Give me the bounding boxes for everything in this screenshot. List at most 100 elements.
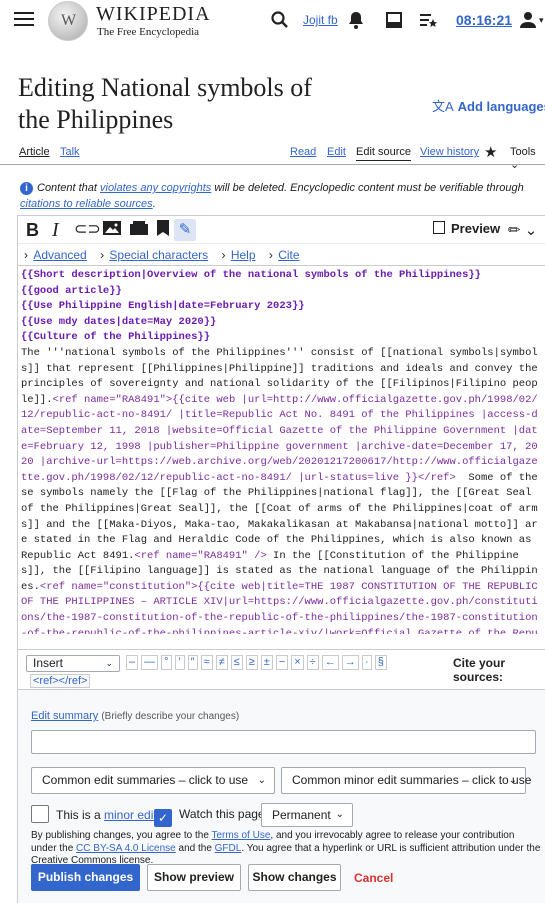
minor-edit-link[interactable]: minor edit (104, 808, 157, 822)
edit-summary-link[interactable]: Edit summary (31, 710, 98, 722)
special-char-button[interactable]: — (141, 655, 159, 670)
special-char-button[interactable]: · (361, 655, 372, 670)
special-char-button[interactable]: ≥ (245, 655, 258, 670)
advanced-toolbar: › Advanced › Special characters › Help ›… (18, 244, 545, 266)
help-link[interactable]: Help (231, 248, 256, 262)
reference-icon[interactable] (156, 219, 170, 241)
info-icon: i (20, 182, 33, 195)
special-char-button[interactable]: ≤ (230, 655, 243, 670)
copyright-link[interactable]: violates any copyrights (100, 182, 211, 194)
wikitext-textarea[interactable]: {{Short description|Overview of the nati… (18, 266, 545, 634)
edit-mode-pencil-icon[interactable]: ✏︎ ⌄ (508, 221, 537, 239)
legal-text-part: and the (175, 842, 215, 854)
watch-star-icon[interactable]: ★ (484, 143, 497, 161)
user-icon[interactable] (518, 10, 538, 30)
special-char-button[interactable]: – (126, 655, 139, 670)
edit-summary-label: Edit summary (Briefly describe your chan… (31, 710, 239, 722)
wikitext-reference: <ref name="constitution">{{cite web|titl… (21, 580, 538, 634)
special-characters-toggle[interactable]: › Special characters (100, 248, 208, 262)
minor-edit-box[interactable] (31, 805, 49, 823)
special-char-button[interactable]: ≈ (200, 655, 213, 670)
wikipedia-globe-logo[interactable] (48, 1, 88, 41)
wikitext-editor: B I ⊂⊃ ✎ Preview ✏︎ ⌄ › Advanced › Speci… (17, 215, 545, 650)
tools-menu[interactable]: Tools ⌄ (510, 146, 545, 171)
copyright-notice: i Content that violates any copyrights wi… (20, 180, 530, 212)
cite-link[interactable]: Cite (278, 248, 299, 262)
menu-icon[interactable] (14, 9, 34, 29)
watch-period-select[interactable]: Permanent ⌄ (261, 803, 353, 827)
tab-edit[interactable]: Edit (327, 146, 346, 158)
preview-button[interactable]: Preview (433, 221, 500, 236)
special-char-button[interactable]: ′ (174, 655, 185, 670)
chevron-down-icon: ⌄ (508, 775, 517, 786)
minor-edit-text: This is a (56, 808, 105, 822)
checkmark-icon[interactable]: ✓ (154, 809, 172, 827)
reliable-sources-link[interactable]: citations to reliable sources (20, 198, 153, 210)
italic-icon[interactable]: I (52, 219, 59, 241)
watch-page-checkbox[interactable]: ✓ Watch this page (154, 805, 265, 827)
advanced-toggle[interactable]: › Advanced (24, 248, 87, 262)
use-mdy-template: {{Use mdy dates|date=May 2020}} (21, 315, 217, 328)
tab-read[interactable]: Read (290, 146, 316, 158)
special-char-button[interactable]: ° (161, 655, 172, 670)
special-char-button[interactable]: ÷ (306, 655, 319, 670)
special-char-button[interactable]: ″ (187, 655, 198, 670)
top-header: WIKIPEDIA The Free Encyclopedia Jojit fb… (0, 0, 545, 41)
edit-summary-input[interactable] (31, 730, 536, 754)
legal-text: By publishing changes, you agree to the … (31, 830, 541, 868)
bold-icon[interactable]: B (26, 219, 39, 241)
wikipedia-wordmark[interactable]: WIKIPEDIA (96, 4, 211, 24)
special-char-button[interactable]: § (374, 655, 387, 670)
common-summaries-dropdown[interactable]: Common edit summaries – click to use ⌄ (31, 767, 275, 794)
special-char-button[interactable]: → (341, 655, 359, 670)
common-minor-summaries-label: Common minor edit summaries – click to u… (292, 773, 532, 787)
tab-talk[interactable]: Talk (60, 146, 80, 158)
watch-period-label: Permanent (272, 808, 331, 822)
special-char-button[interactable]: ± (260, 655, 273, 670)
show-changes-button[interactable]: Show changes (248, 864, 341, 891)
chevron-down-icon: ⌄ (257, 775, 266, 786)
clock-gadget[interactable]: 08:16:21 (456, 12, 512, 28)
search-icon[interactable] (270, 10, 290, 30)
help-toggle[interactable]: › Help (221, 248, 255, 262)
insert-select[interactable]: Insert ⌄ (26, 655, 120, 672)
insert-ref-tag[interactable]: <ref></ref> (30, 674, 91, 688)
notices-tray-icon[interactable] (384, 10, 404, 30)
user-menu-chevron-icon[interactable]: ▾ (539, 15, 544, 26)
user-page-link[interactable]: Jojit fb (303, 13, 338, 27)
editor-toolbar: B I ⊂⊃ ✎ Preview ✏︎ ⌄ (18, 216, 545, 244)
show-preview-button[interactable]: Show preview (147, 864, 241, 891)
good-article-template: {{good article}} (21, 284, 122, 297)
notice-text: . (152, 198, 156, 210)
gfdl-link[interactable]: GFDL (215, 843, 242, 854)
link-icon[interactable]: ⊂⊃ (74, 219, 101, 241)
add-languages-button[interactable]: 文AAdd languages ⌄ (432, 96, 545, 115)
common-minor-summaries-dropdown[interactable]: Common minor edit summaries – click to u… (281, 767, 531, 794)
special-char-button[interactable]: ← (321, 655, 339, 670)
special-char-button[interactable]: ≠ (215, 655, 228, 670)
terms-of-use-link[interactable]: Terms of Use (212, 830, 271, 841)
add-languages-label: Add languages (457, 99, 545, 114)
special-characters-link[interactable]: Special characters (109, 248, 208, 262)
advanced-link[interactable]: Advanced (33, 248, 86, 262)
tab-view-history[interactable]: View history (420, 146, 479, 158)
bell-icon[interactable] (346, 10, 366, 30)
edit-summary-hint: (Briefly describe your changes) (101, 711, 240, 722)
tab-article[interactable]: Article (19, 146, 50, 158)
tab-edit-source[interactable]: Edit source (356, 146, 412, 161)
special-char-button[interactable]: × (291, 655, 304, 670)
insert-select-label: Insert (33, 656, 64, 670)
watchlist-icon[interactable] (418, 10, 438, 30)
cc-license-link[interactable]: CC BY-SA 4.0 License (76, 843, 176, 854)
notice-text: Content that (37, 182, 100, 194)
wikitext-reference: <ref name="RA8491">{{cite web |url=http:… (21, 393, 538, 484)
cancel-link[interactable]: Cancel (354, 871, 393, 885)
media-icon[interactable] (129, 219, 149, 241)
publish-changes-button[interactable]: Publish changes (31, 864, 140, 891)
cite-toggle[interactable]: › Cite (269, 248, 300, 262)
special-char-button[interactable]: − (275, 655, 289, 670)
minor-edit-checkbox[interactable]: This is a minor edit (31, 805, 157, 825)
pencil-icon[interactable]: ✎ (174, 219, 196, 241)
image-icon[interactable] (102, 219, 122, 241)
edit-options-panel: Edit summary (Briefly describe your chan… (17, 690, 545, 903)
